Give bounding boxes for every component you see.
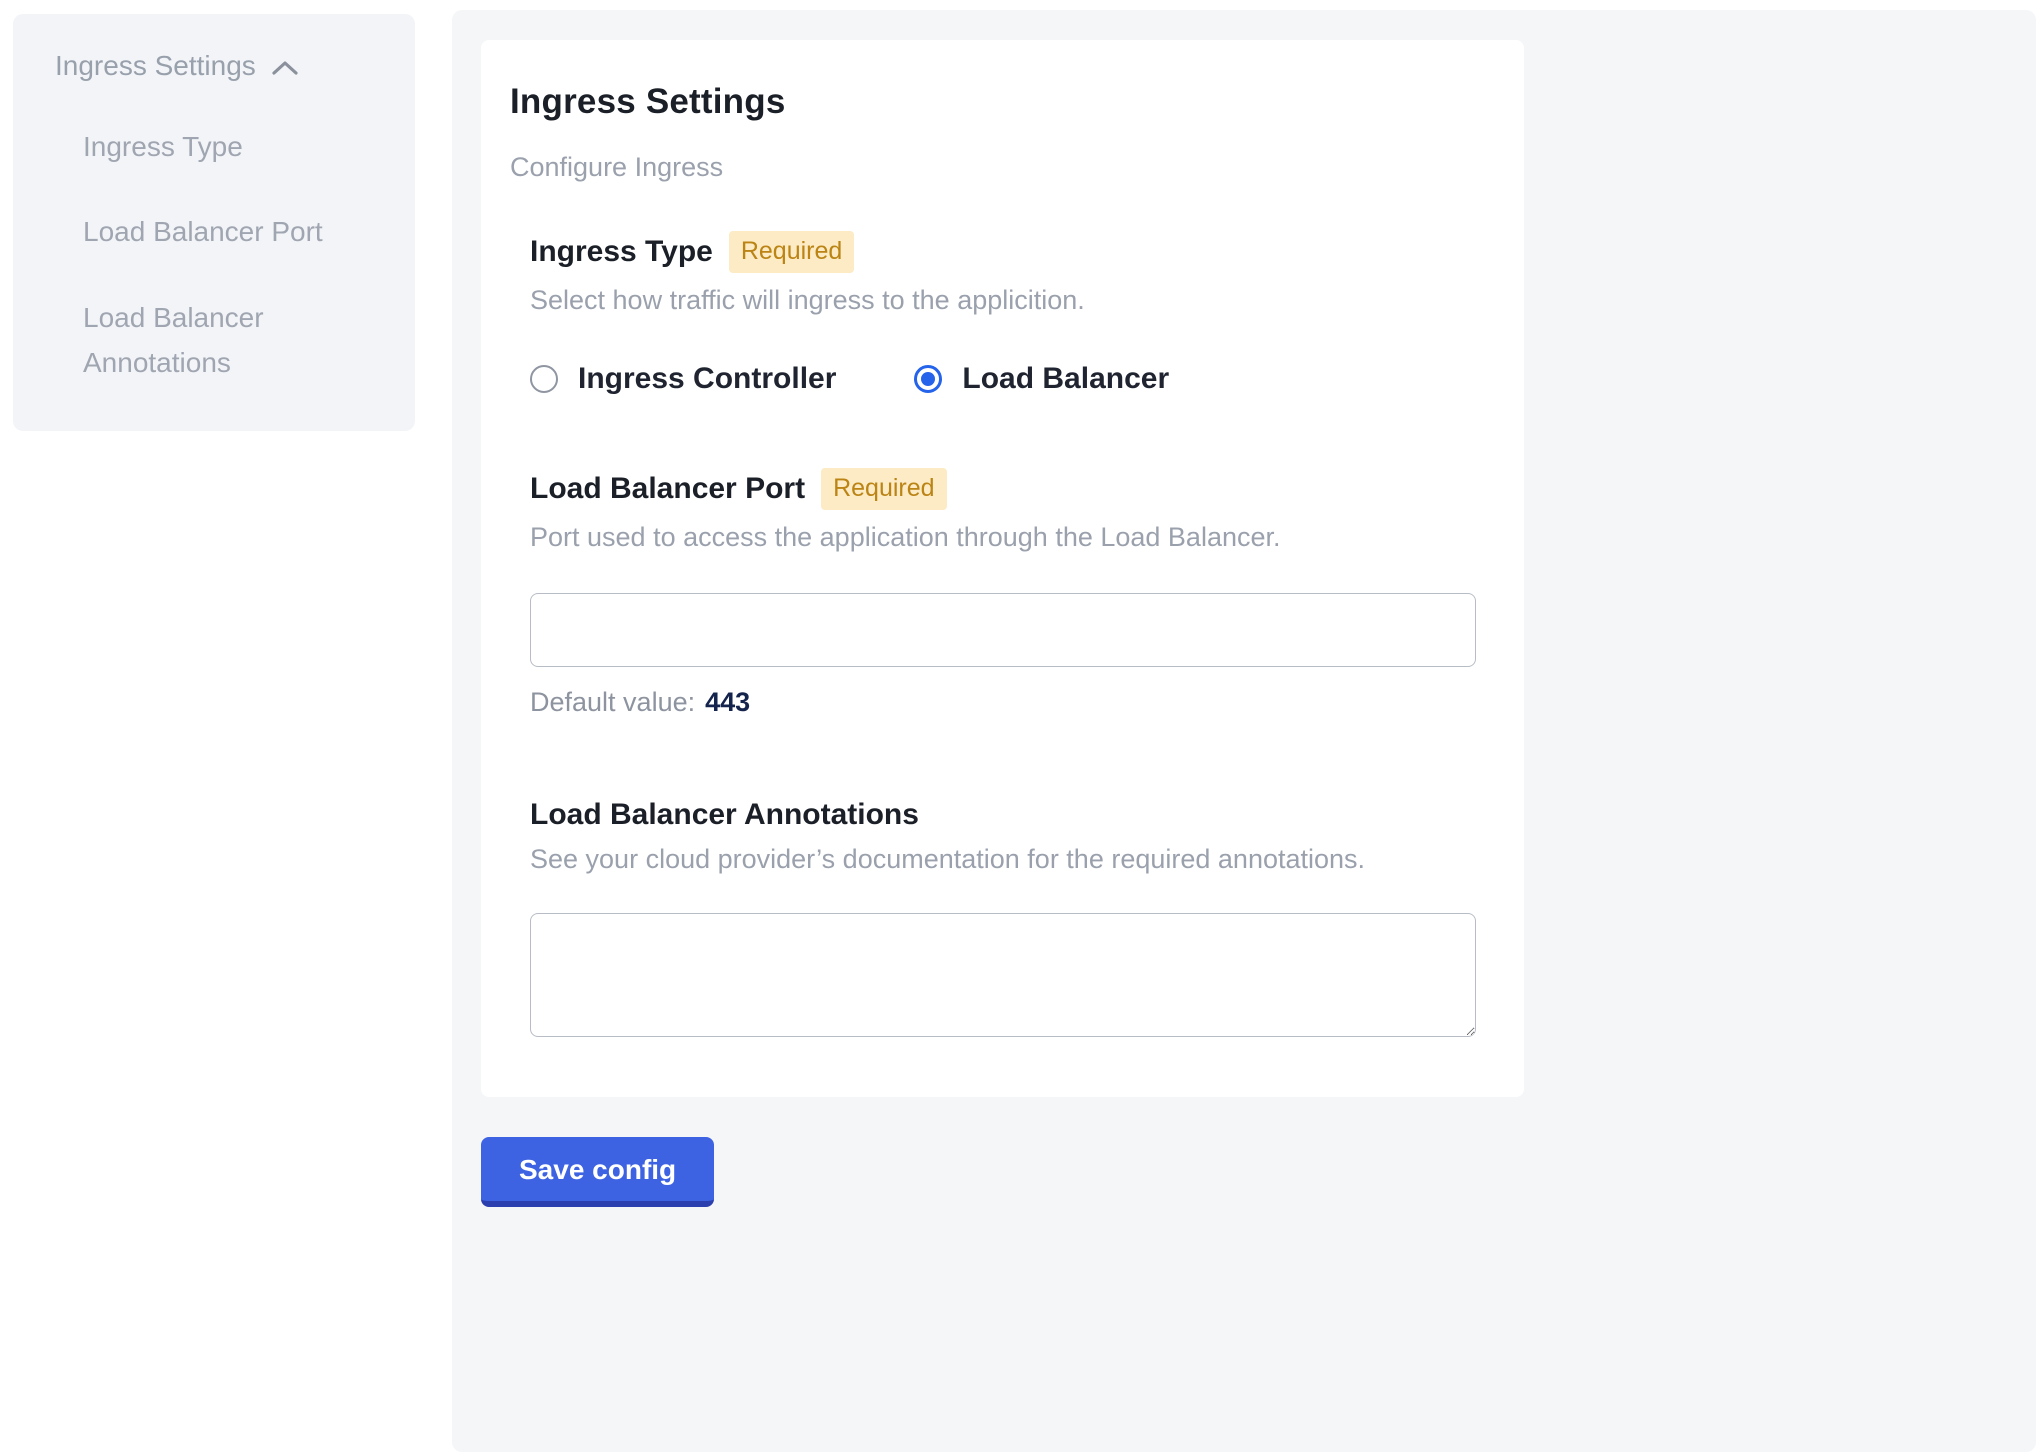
settings-sidebar: Ingress Settings Ingress Type Load Balan… — [13, 14, 415, 431]
default-value-label: Default value: — [530, 687, 695, 717]
main-panel: Ingress Settings Configure Ingress Ingre… — [452, 10, 2036, 1452]
ingress-type-radio-group: Ingress Controller Load Balancer — [530, 362, 1476, 396]
section-title-load-balancer-port: Load Balancer Port — [530, 472, 805, 506]
required-badge: Required — [821, 468, 946, 510]
required-badge: Required — [729, 231, 854, 273]
section-description-ingress-type: Select how traffic will ingress to the a… — [530, 285, 1476, 316]
radio-option-ingress-controller[interactable]: Ingress Controller — [530, 362, 836, 396]
sidebar-header-ingress-settings[interactable]: Ingress Settings — [55, 50, 387, 82]
load-balancer-port-input[interactable] — [530, 593, 1476, 667]
radio-label-load-balancer: Load Balancer — [962, 362, 1169, 396]
sidebar-item-load-balancer-annotations[interactable]: Load Balancer Annotations — [83, 295, 363, 386]
sidebar-item-load-balancer-port[interactable]: Load Balancer Port — [83, 209, 363, 254]
radio-label-ingress-controller: Ingress Controller — [578, 362, 836, 396]
default-value-line: Default value: 443 — [530, 687, 1476, 718]
section-title-load-balancer-annotations: Load Balancer Annotations — [530, 798, 919, 832]
section-load-balancer-annotations: Load Balancer Annotations See your cloud… — [530, 798, 1476, 1037]
section-description-load-balancer-port: Port used to access the application thro… — [530, 522, 1476, 553]
radio-option-load-balancer[interactable]: Load Balancer — [914, 362, 1169, 396]
page: Ingress Settings Ingress Type Load Balan… — [0, 0, 2036, 1452]
page-title: Ingress Settings — [510, 82, 1476, 122]
load-balancer-annotations-textarea[interactable] — [530, 913, 1476, 1037]
section-load-balancer-port: Load Balancer Port Required Port used to… — [530, 468, 1476, 718]
sidebar-item-ingress-type[interactable]: Ingress Type — [83, 124, 363, 169]
section-ingress-type: Ingress Type Required Select how traffic… — [530, 231, 1476, 396]
radio-icon — [530, 365, 558, 393]
chevron-up-icon — [270, 59, 300, 77]
radio-icon — [914, 365, 942, 393]
section-description-load-balancer-annotations: See your cloud provider’s documentation … — [530, 844, 1476, 875]
save-config-button[interactable]: Save config — [481, 1137, 714, 1207]
sidebar-header-label: Ingress Settings — [55, 50, 256, 82]
page-subtitle: Configure Ingress — [510, 152, 1476, 183]
sidebar-nav-list: Ingress Type Load Balancer Port Load Bal… — [55, 124, 387, 385]
section-title-ingress-type: Ingress Type — [530, 235, 713, 269]
ingress-settings-card: Ingress Settings Configure Ingress Ingre… — [481, 40, 1524, 1097]
default-value: 443 — [705, 687, 750, 717]
